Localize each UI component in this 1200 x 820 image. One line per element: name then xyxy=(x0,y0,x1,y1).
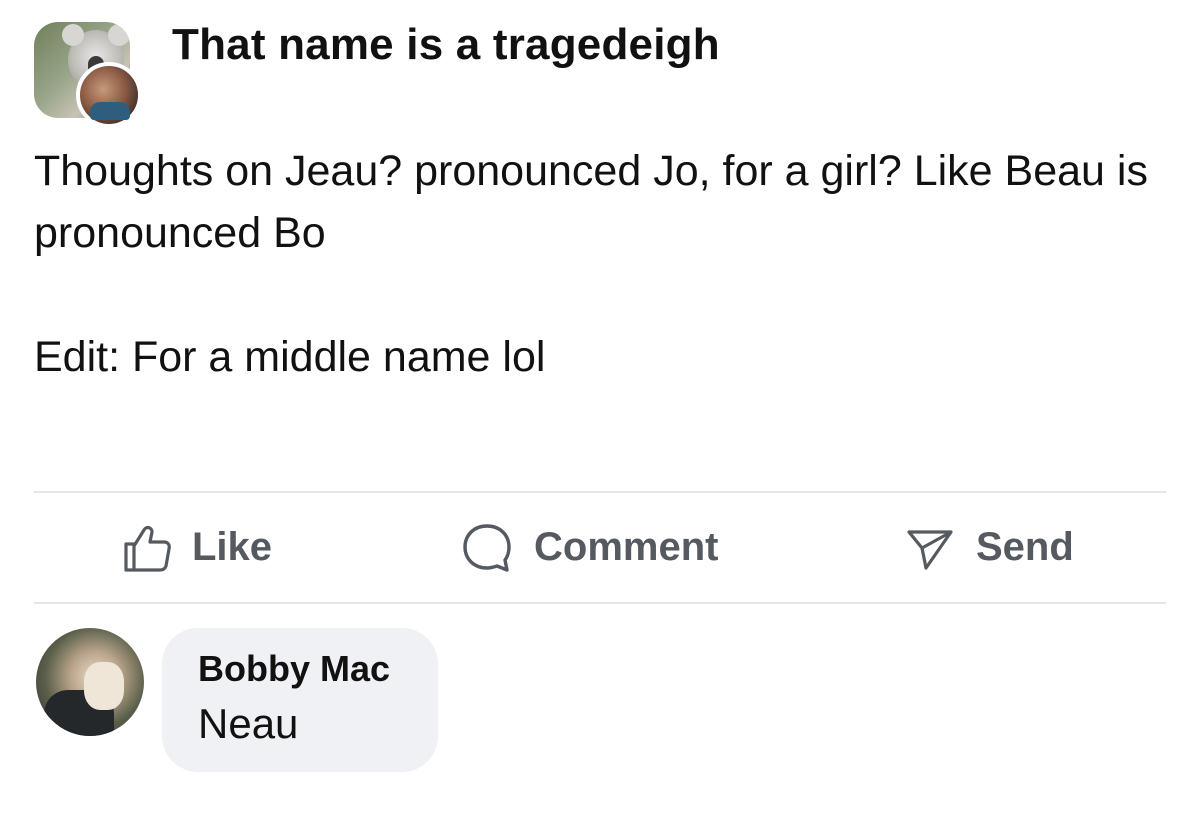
speech-bubble-icon xyxy=(463,523,511,572)
post-body: Thoughts on Jeau? pronounced Jo, for a g… xyxy=(34,140,1164,388)
like-button[interactable]: Like xyxy=(120,493,272,602)
send-icon xyxy=(907,529,953,570)
send-button[interactable]: Send xyxy=(904,493,1074,602)
comment-author[interactable]: Bobby Mac xyxy=(198,648,390,690)
poster-avatar[interactable] xyxy=(76,62,142,128)
dog-image xyxy=(84,662,124,710)
send-label: Send xyxy=(976,525,1074,569)
post-header: That name is a tragedeigh xyxy=(30,18,1170,133)
comment: Bobby Mac Neau xyxy=(34,620,1166,780)
post-actions-bar: Like Comment Send xyxy=(34,493,1166,602)
thumbs-up-icon xyxy=(124,525,171,572)
commenter-avatar[interactable] xyxy=(36,628,144,736)
post-text: Thoughts on Jeau? pronounced Jo, for a g… xyxy=(34,147,1148,257)
divider xyxy=(34,602,1166,604)
comment-button[interactable]: Comment xyxy=(460,493,718,602)
comment-label: Comment xyxy=(534,525,719,569)
comment-bubble[interactable]: Bobby Mac Neau xyxy=(162,628,438,772)
post-edit-note: Edit: For a middle name lol xyxy=(34,333,546,381)
like-label: Like xyxy=(192,525,273,569)
group-name[interactable]: That name is a tragedeigh xyxy=(172,20,720,70)
comment-text: Neau xyxy=(198,700,299,747)
